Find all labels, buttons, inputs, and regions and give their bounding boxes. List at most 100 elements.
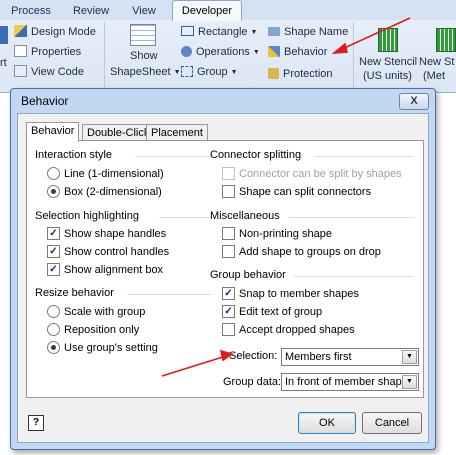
behavior-icon (268, 45, 280, 57)
checkbox-icon (222, 322, 235, 336)
scale-with-group-radio[interactable]: Scale with group (47, 304, 145, 319)
checkmark-icon: ✓ (47, 262, 60, 276)
add-shape-to-groups-checkbox[interactable]: Add shape to groups on drop (222, 244, 381, 259)
view-code-icon (14, 65, 27, 78)
shape-can-split-connectors-checkbox[interactable]: Shape can split connectors (222, 184, 372, 199)
tab-review[interactable]: Review (66, 3, 116, 20)
tab-placement[interactable]: Placement (146, 124, 208, 141)
new-stencil-us-label-2: (US units) (363, 70, 412, 82)
operations-button[interactable]: Operations ▼ (181, 44, 260, 61)
checkbox-icon (222, 184, 235, 198)
show-control-handles-label: Show control handles (64, 246, 170, 258)
edit-text-of-group-checkbox[interactable]: ✓ Edit text of group (222, 304, 323, 319)
checkmark-icon: ✓ (222, 304, 235, 318)
design-mode-label: Design Mode (31, 26, 96, 38)
connector-splitting-heading: Connector splitting (210, 149, 302, 161)
protection-label: Protection (283, 68, 333, 80)
selection-dropdown[interactable]: Members first ▼ (281, 348, 419, 366)
chevron-down-icon[interactable]: ▼ (402, 375, 417, 389)
cancel-button[interactable]: Cancel (362, 412, 422, 434)
non-printing-shape-checkbox[interactable]: Non-printing shape (222, 226, 332, 241)
tab-process[interactable]: Process (6, 3, 56, 20)
radio-selected-icon (47, 184, 60, 198)
radio-icon (47, 322, 60, 336)
dialog-client: Behavior Double-Click Placement Interact… (17, 113, 429, 443)
group-divider (135, 156, 211, 157)
dialog-titlebar[interactable]: Behavior X (11, 89, 435, 113)
show-shapesheet-label-2: ShapeSheet ▼ (110, 66, 181, 78)
dialog-title: Behavior (21, 94, 69, 108)
behavior-panel: Interaction style Line (1-dimensional) B… (26, 140, 424, 398)
accept-dropped-shapes-checkbox[interactable]: Accept dropped shapes (222, 322, 355, 337)
group-divider (159, 217, 211, 218)
line-1d-label: Line (1-dimensional) (64, 168, 164, 180)
ribbon-separator (104, 22, 105, 88)
help-icon[interactable]: ? (28, 415, 44, 431)
shape-name-label: Shape Name (284, 26, 349, 38)
tab-behavior[interactable]: Behavior (26, 122, 80, 142)
rectangle-button[interactable]: Rectangle ▼ (181, 24, 257, 41)
selection-label: Selection: (229, 350, 278, 362)
use-groups-setting-radio[interactable]: Use group's setting (47, 340, 158, 355)
show-alignment-box-checkbox[interactable]: ✓ Show alignment box (47, 262, 164, 277)
ok-button[interactable]: OK (298, 412, 356, 434)
reposition-only-label: Reposition only (64, 324, 140, 336)
protection-icon (268, 67, 279, 79)
tab-view[interactable]: View (124, 3, 164, 20)
group-data-dropdown[interactable]: In front of member shapes ▼ (281, 373, 419, 391)
chevron-down-icon: ▼ (250, 29, 258, 36)
show-shape-handles-checkbox[interactable]: ✓ Show shape handles (47, 226, 166, 241)
ribbon-left-fragment[interactable]: rt (0, 55, 7, 72)
resize-behavior-heading: Resize behavior (35, 287, 114, 299)
selection-highlighting-heading: Selection highlighting (35, 210, 139, 222)
ribbon-left-icon (0, 26, 8, 44)
box-2d-radio[interactable]: Box (2-dimensional) (47, 184, 162, 199)
new-stencil-us-button[interactable]: New Stencil (US units) (356, 22, 417, 88)
snap-to-member-shapes-checkbox[interactable]: ✓ Snap to member shapes (222, 286, 359, 301)
protection-button[interactable]: Protection (268, 66, 333, 83)
line-1d-radio[interactable]: Line (1-dimensional) (47, 166, 164, 181)
stencil-icon (378, 28, 398, 52)
non-printing-shape-label: Non-printing shape (239, 228, 332, 240)
shape-name-button[interactable]: Shape Name (268, 24, 348, 41)
chevron-down-icon[interactable]: ▼ (402, 350, 417, 364)
reposition-only-radio[interactable]: Reposition only (47, 322, 140, 337)
properties-icon (14, 45, 27, 58)
radio-icon (47, 304, 60, 318)
show-control-handles-checkbox[interactable]: ✓ Show control handles (47, 244, 170, 259)
chevron-down-icon: ▼ (173, 69, 181, 76)
stencil-icon (436, 28, 456, 52)
connector-can-be-split-checkbox[interactable]: Connector can be split by shapes (222, 166, 402, 181)
close-button[interactable]: X (399, 93, 429, 110)
tab-developer[interactable]: Developer (172, 0, 242, 21)
operations-label: Operations (196, 46, 250, 58)
new-stencil-metric-label-2: (Met (423, 70, 445, 82)
new-stencil-metric-button[interactable]: New St (Met (418, 22, 456, 88)
checkmark-icon: ✓ (47, 226, 60, 240)
behavior-button[interactable]: Behavior (268, 44, 327, 61)
miscellaneous-heading: Miscellaneous (210, 210, 280, 222)
interaction-style-heading: Interaction style (35, 149, 113, 161)
group-divider (294, 276, 414, 277)
group-data-value: In front of member shapes (285, 376, 414, 388)
tab-double-click[interactable]: Double-Click (82, 124, 155, 141)
edit-text-of-group-label: Edit text of group (239, 306, 323, 318)
rectangle-label: Rectangle (198, 26, 248, 38)
group-data-label: Group data: (223, 376, 282, 388)
ribbon: Process Review View Developer rt Design … (0, 0, 456, 93)
view-code-button[interactable]: View Code (14, 64, 84, 81)
operations-icon (181, 45, 192, 57)
design-mode-button[interactable]: Design Mode (14, 24, 96, 41)
checkmark-icon: ✓ (222, 286, 235, 300)
show-alignment-box-label: Show alignment box (64, 264, 164, 276)
show-shapesheet-button[interactable]: Show ShapeSheet ▼ (108, 22, 181, 88)
add-shape-to-groups-label: Add shape to groups on drop (239, 246, 381, 258)
properties-button[interactable]: Properties (14, 44, 81, 61)
group-button[interactable]: Group ▼ (181, 64, 238, 81)
shape-can-split-connectors-label: Shape can split connectors (239, 186, 372, 198)
radio-selected-icon (47, 340, 60, 354)
accept-dropped-shapes-label: Accept dropped shapes (239, 324, 355, 336)
chevron-down-icon: ▼ (230, 69, 238, 76)
group-divider (289, 217, 414, 218)
ribbon-tab-strip: Process Review View Developer (0, 0, 456, 21)
